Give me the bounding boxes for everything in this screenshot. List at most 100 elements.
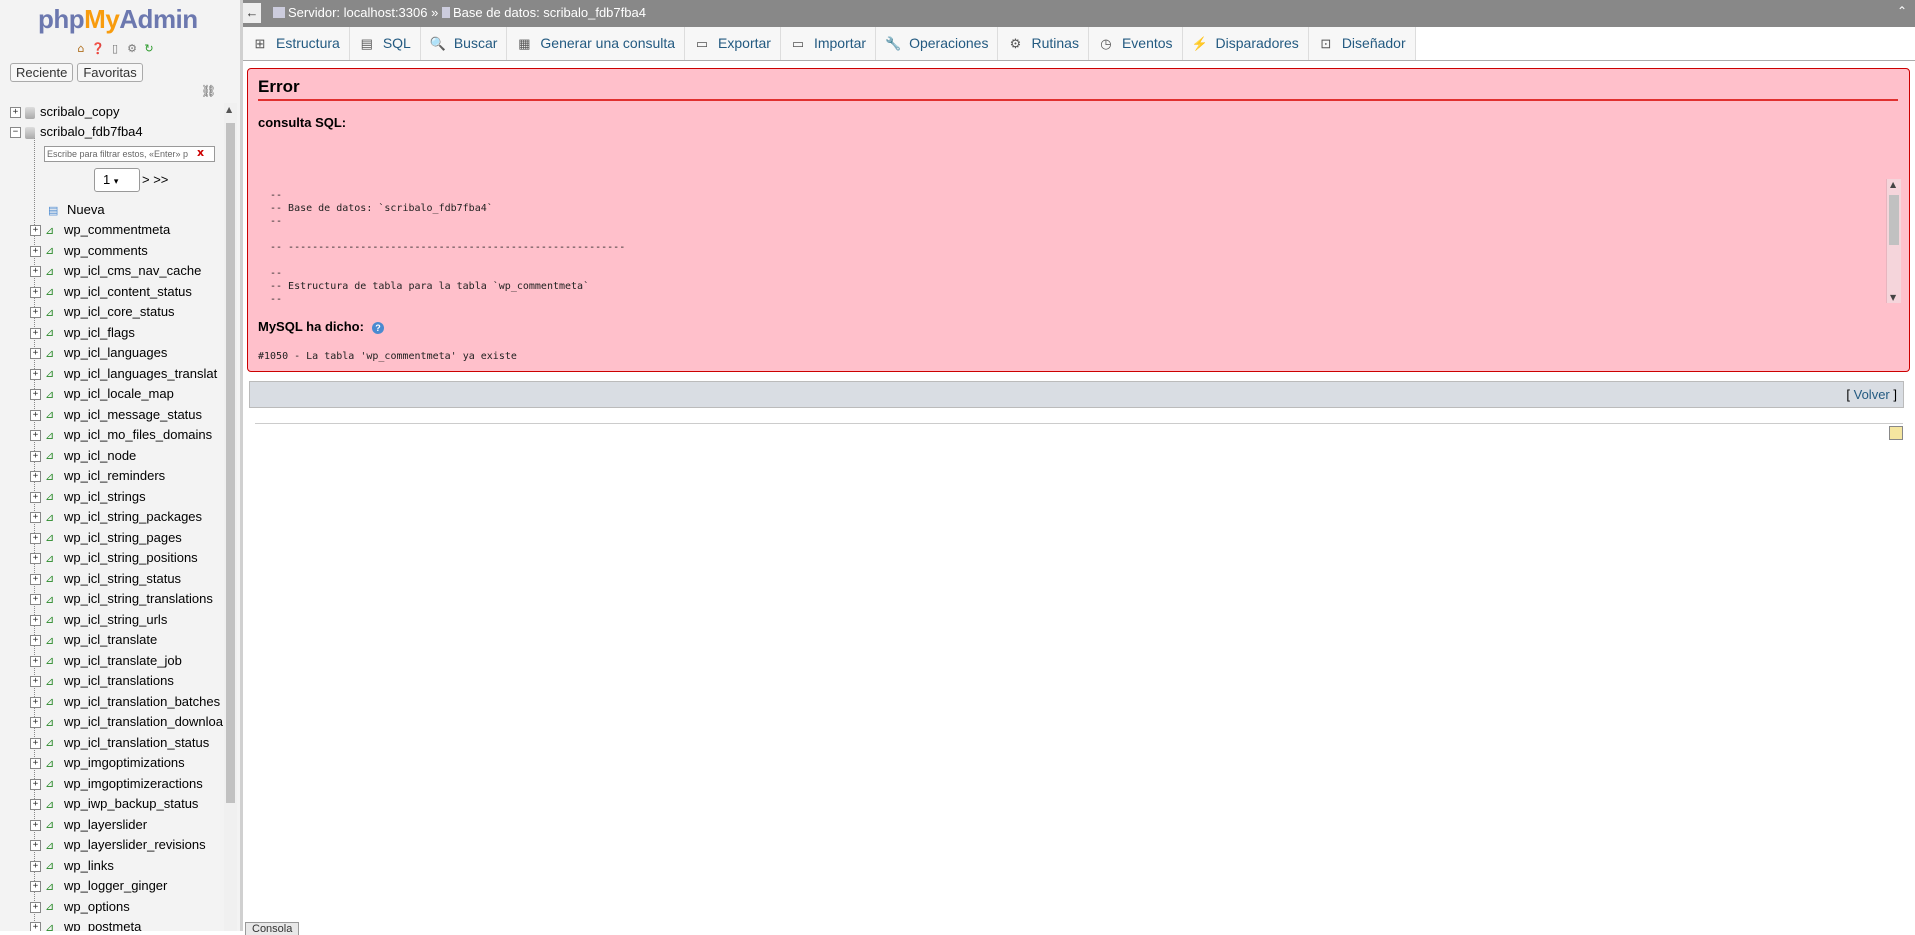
table-item[interactable]: + ⊿ wp_comments [30,241,148,261]
table-item[interactable]: + ⊿ wp_icl_mo_files_domains [30,425,212,445]
expand-icon[interactable]: + [30,819,41,831]
expand-icon[interactable]: + [30,778,41,790]
link-icon[interactable]: ⛓ [201,84,216,98]
expand-icon[interactable]: + [30,307,41,319]
expand-icon[interactable]: + [30,491,41,503]
table-item[interactable]: + ⊿ wp_icl_translation_status [30,733,209,753]
table-name[interactable]: wp_icl_string_status [64,571,181,586]
table-name[interactable]: wp_icl_languages_translat [64,366,217,381]
expand-icon[interactable]: + [30,696,41,708]
table-name[interactable]: wp_icl_message_status [64,407,202,422]
table-name[interactable]: wp_icl_cms_nav_cache [64,263,201,278]
table-item[interactable]: + ⊿ wp_icl_strings [30,487,146,507]
table-name[interactable]: wp_icl_flags [64,325,135,340]
table-filter-input[interactable]: Escribe para filtrar estos, «Enter» p [44,146,215,162]
table-name[interactable]: wp_icl_string_pages [64,530,182,545]
table-name[interactable]: wp_commentmeta [64,222,170,237]
breadcrumb-server[interactable]: Servidor: localhost:3306 [288,5,427,20]
table-item[interactable]: + ⊿ wp_commentmeta [30,220,170,240]
expand-icon[interactable]: + [30,245,41,257]
table-name[interactable]: wp_iwp_backup_status [64,796,198,811]
expand-icon[interactable]: + [30,266,41,278]
table-item[interactable]: + ⊿ wp_icl_message_status [30,405,202,425]
table-name[interactable]: wp_icl_mo_files_domains [64,427,212,442]
expand-icon[interactable]: + [30,840,41,852]
docs-icon[interactable]: ▯ [108,42,122,56]
table-item[interactable]: + ⊿ wp_icl_translate_job [30,651,182,671]
table-item[interactable]: + ⊿ wp_options [30,897,130,917]
table-item[interactable]: + ⊿ wp_layerslider [30,815,147,835]
expand-icon[interactable]: + [30,676,41,688]
table-name[interactable]: wp_icl_translate_job [64,653,182,668]
tab-sql[interactable]: ▤ SQL [349,27,421,60]
settings-icon[interactable]: ⚙ [125,42,139,56]
table-item[interactable]: + ⊿ wp_imgoptimizations [30,753,185,773]
tab-diseñador[interactable]: ⊡ Diseñador [1308,27,1416,60]
table-item[interactable]: + ⊿ wp_icl_locale_map [30,384,174,404]
table-item[interactable]: + ⊿ wp_icl_string_packages [30,507,202,527]
scrollbar-thumb[interactable] [1889,195,1899,245]
help-icon[interactable]: ? [371,322,384,334]
table-name[interactable]: wp_icl_node [64,448,136,463]
table-name[interactable]: wp_icl_strings [64,489,146,504]
expand-icon[interactable]: + [30,860,41,872]
scrollbar-thumb[interactable] [226,123,235,803]
table-name[interactable]: wp_icl_reminders [64,468,165,483]
expand-icon[interactable]: + [30,430,41,442]
table-name[interactable]: wp_icl_translate [64,632,157,647]
next-page-link[interactable]: > >> [142,172,168,187]
db-item[interactable]: + scribalo_copy [10,102,120,122]
table-item[interactable]: + ⊿ wp_icl_translation_downloa [30,712,223,732]
collapse-icon[interactable]: − [10,127,21,139]
table-name[interactable]: wp_icl_string_packages [64,509,202,524]
tab-estructura[interactable]: ⊞ Estructura [243,27,350,60]
expand-icon[interactable]: + [30,389,41,401]
table-name[interactable]: wp_comments [64,243,148,258]
table-name[interactable]: wp_logger_ginger [64,878,167,893]
table-item[interactable]: + ⊿ wp_icl_translation_batches [30,692,220,712]
expand-icon[interactable]: + [30,553,41,565]
table-item[interactable]: + ⊿ wp_icl_cms_nav_cache [30,261,201,281]
tab-buscar[interactable]: 🔍 Buscar [420,27,508,60]
expand-icon[interactable]: + [30,450,41,462]
page-select[interactable]: 1 ▾ [94,168,140,192]
expand-icon[interactable]: + [30,758,41,770]
home-icon[interactable]: ⌂ [74,42,88,56]
tab-disparadores[interactable]: ⚡ Disparadores [1182,27,1309,60]
table-item[interactable]: + ⊿ wp_icl_string_status [30,569,181,589]
expand-icon[interactable]: + [30,532,41,544]
table-name[interactable]: wp_layerslider [64,817,147,832]
table-name[interactable]: wp_options [64,899,130,914]
tab-generar-una-consulta[interactable]: ▦ Generar una consulta [507,27,686,60]
expand-icon[interactable]: + [30,286,41,298]
table-item[interactable]: + ⊿ wp_icl_flags [30,323,135,343]
tab-rutinas[interactable]: ⚙ Rutinas [998,27,1089,60]
expand-icon[interactable]: + [30,901,41,913]
expand-icon[interactable]: + [30,614,41,626]
table-name[interactable]: wp_imgoptimizeractions [64,776,203,791]
scroll-up-icon[interactable]: ▲ [226,105,232,114]
expand-icon[interactable]: + [30,594,41,606]
table-name[interactable]: wp_icl_string_urls [64,612,167,627]
expand-icon[interactable]: + [30,512,41,524]
table-name[interactable]: wp_icl_locale_map [64,386,174,401]
expand-icon[interactable]: + [10,107,21,119]
table-name[interactable]: wp_layerslider_revisions [64,837,206,852]
db-item[interactable]: − scribalo_fdb7fba4 [10,122,143,142]
table-name[interactable]: wp_icl_languages [64,345,167,360]
expand-icon[interactable]: + [30,471,41,483]
breadcrumb-database[interactable]: Base de datos: scribalo_fdb7fba4 [453,5,646,20]
collapse-icon[interactable]: ⌃ [1897,4,1907,18]
expand-icon[interactable]: + [30,737,41,749]
table-name[interactable]: wp_icl_string_positions [64,550,198,565]
expand-icon[interactable]: + [30,573,41,585]
back-link[interactable]: Volver [1854,387,1890,402]
table-name[interactable]: wp_postmeta [64,919,141,931]
table-item[interactable]: + ⊿ wp_icl_languages [30,343,167,363]
table-name[interactable]: wp_imgoptimizations [64,755,185,770]
tab-importar[interactable]: ▭ Importar [780,27,877,60]
table-item[interactable]: + ⊿ wp_icl_string_translations [30,589,213,609]
scroll-down-icon[interactable]: ▼ [1890,293,1896,302]
nav-scrollbar[interactable]: ▲ [224,103,237,931]
tab-operaciones[interactable]: 🔧 Operaciones [876,27,999,60]
